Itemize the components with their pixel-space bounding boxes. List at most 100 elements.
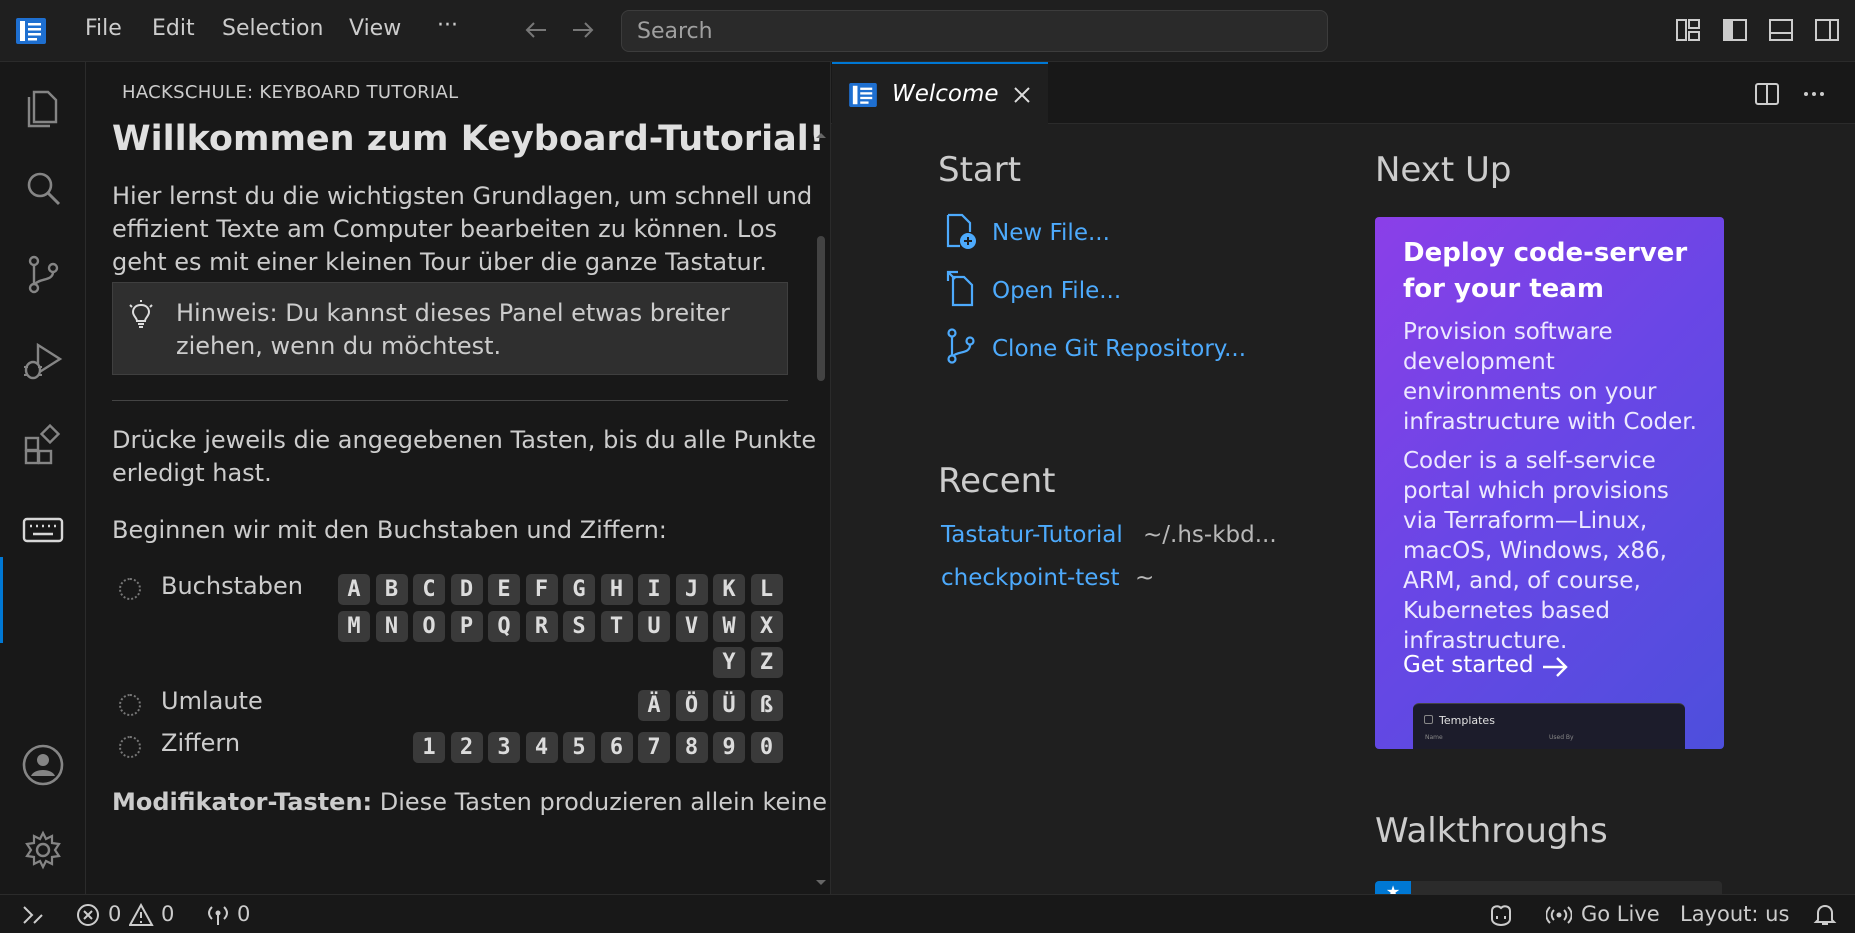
key-cap: C — [413, 574, 445, 605]
group-label-letters: Buchstaben — [161, 572, 303, 600]
card-description: Provision software development environme… — [1403, 319, 1697, 435]
status-bar: 0 0 0 Go Live Layout: us — [0, 894, 1855, 933]
new-file-link[interactable]: New File... — [992, 220, 1110, 246]
keyboard-icon[interactable] — [20, 508, 66, 554]
key-cap: J — [675, 574, 708, 605]
menu-selection[interactable]: Selection — [222, 16, 323, 41]
warning-count[interactable]: 0 — [161, 902, 174, 926]
key-cap: I — [638, 574, 670, 605]
toggle-panel-icon[interactable] — [1767, 16, 1795, 44]
tutorial-heading: Willkommen zum Keyboard-Tutorial! — [112, 119, 825, 159]
open-file-link[interactable]: Open File... — [992, 278, 1121, 304]
panel-scrollbar-thumb[interactable] — [817, 236, 825, 381]
explorer-icon[interactable] — [20, 82, 66, 128]
forward-arrow-icon[interactable] — [569, 16, 597, 44]
account-icon[interactable] — [20, 742, 66, 788]
keyboard-layout-status[interactable]: Layout: us — [1680, 902, 1789, 926]
group-label-umlauts: Umlaute — [161, 687, 263, 715]
hint-box: Hinweis: Du kannst dieses Panel etwas br… — [112, 282, 788, 375]
clone-git-link[interactable]: Clone Git Repository... — [992, 336, 1246, 362]
settings-gear-icon[interactable] — [20, 827, 66, 873]
broadcast-icon[interactable] — [1546, 903, 1572, 927]
extensions-icon[interactable] — [20, 422, 66, 468]
menu-edit[interactable]: Edit — [152, 16, 195, 41]
key-cap: ß — [750, 690, 783, 721]
key-cap: 2 — [450, 732, 483, 763]
go-live-button[interactable]: Go Live — [1581, 902, 1660, 926]
templates-preview-image: Templates Name Used By — [1413, 703, 1685, 749]
key-cap: G — [563, 574, 595, 605]
preview-logo-icon — [1424, 715, 1433, 724]
instruction-line: Drücke jeweils die angegebenen Tasten, b… — [112, 426, 817, 454]
hint-line: Hinweis: Du kannst dieses Panel etwas br… — [176, 299, 730, 327]
key-cap: 3 — [488, 732, 520, 763]
key-cap: 8 — [675, 732, 708, 763]
search-icon[interactable] — [20, 166, 66, 212]
get-started-link[interactable]: Get started — [1403, 652, 1534, 678]
divider — [112, 400, 788, 401]
remote-icon[interactable] — [20, 903, 46, 927]
next-up-title: Next Up — [1375, 150, 1512, 190]
key-cap: 0 — [750, 732, 783, 763]
preview-title: Templates — [1439, 714, 1495, 727]
search-placeholder: Search — [637, 19, 713, 44]
instruction-paragraph: Drücke jeweils die angegebenen Tasten, b… — [112, 424, 816, 490]
copilot-icon[interactable] — [1488, 903, 1514, 927]
ports-count[interactable]: 0 — [237, 902, 250, 926]
notifications-bell-icon[interactable] — [1812, 903, 1838, 927]
intro-line: Hier lernst du die wichtigsten Grundlage… — [112, 182, 813, 210]
scroll-down-arrow-icon[interactable] — [815, 878, 827, 888]
key-cap: D — [450, 574, 483, 605]
key-cap: Z — [750, 647, 783, 678]
source-control-icon[interactable] — [20, 251, 66, 297]
split-editor-icon[interactable] — [1753, 80, 1781, 108]
toggle-secondary-sidebar-icon[interactable] — [1813, 16, 1841, 44]
walkthrough-card[interactable]: ★ — [1375, 881, 1722, 894]
deploy-code-server-card[interactable]: Deploy code-server for your team Provisi… — [1375, 217, 1724, 749]
menu-view[interactable]: View — [349, 16, 401, 41]
recent-item-path: ~/.hs-kbd... — [1143, 522, 1277, 548]
toggle-primary-sidebar-icon[interactable] — [1721, 16, 1749, 44]
close-icon[interactable] — [1012, 85, 1032, 105]
walkthroughs-title: Walkthroughs — [1375, 811, 1608, 851]
key-cap: 4 — [525, 732, 558, 763]
card-description: Coder is a self-service portal which pro… — [1403, 448, 1669, 654]
more-actions-icon[interactable] — [1800, 80, 1828, 108]
panel-title: HACKSCHULE: KEYBOARD TUTORIAL — [122, 82, 459, 103]
error-icon[interactable] — [76, 903, 102, 927]
hint-text: Hinweis: Du kannst dieses Panel etwas br… — [176, 297, 756, 363]
tab-welcome[interactable]: Welcome — [832, 62, 1048, 124]
key-cap: U — [638, 611, 670, 642]
key-cap: 1 — [413, 732, 445, 763]
key-cap: W — [713, 611, 745, 642]
key-cap: M — [338, 611, 370, 642]
warning-icon[interactable] — [129, 903, 155, 927]
instruction-line: erledigt hast. — [112, 459, 272, 487]
key-cap: L — [750, 574, 783, 605]
progress-circle — [119, 736, 141, 758]
command-center-search[interactable]: Search — [621, 10, 1328, 52]
welcome-tab-icon — [849, 83, 877, 107]
menu-more[interactable]: ··· — [437, 13, 458, 38]
app-logo-icon[interactable] — [16, 18, 46, 44]
key-cap: Ö — [675, 690, 708, 721]
keyboard-tutorial-panel: HACKSCHULE: KEYBOARD TUTORIAL Willkommen… — [86, 62, 831, 894]
ports-broadcast-icon[interactable] — [205, 903, 231, 927]
new-file-icon — [946, 213, 976, 249]
back-arrow-icon[interactable] — [522, 16, 550, 44]
preview-column: Used By — [1549, 734, 1574, 741]
key-cap: P — [450, 611, 483, 642]
key-cap: E — [488, 574, 520, 605]
key-cap: Ü — [713, 690, 745, 721]
run-debug-icon[interactable] — [20, 337, 66, 383]
group-label-digits: Ziffern — [161, 729, 241, 757]
lightbulb-icon — [129, 300, 153, 328]
scroll-up-arrow-icon[interactable] — [815, 130, 827, 140]
recent-item-link[interactable]: Tastatur-Tutorial — [941, 522, 1123, 548]
error-count[interactable]: 0 — [108, 902, 121, 926]
key-cap: X — [750, 611, 783, 642]
menu-file[interactable]: File — [85, 16, 122, 41]
recent-item-link[interactable]: checkpoint-test — [941, 565, 1119, 591]
customize-layout-icon[interactable] — [1674, 16, 1702, 44]
preview-column: Name — [1425, 734, 1443, 741]
